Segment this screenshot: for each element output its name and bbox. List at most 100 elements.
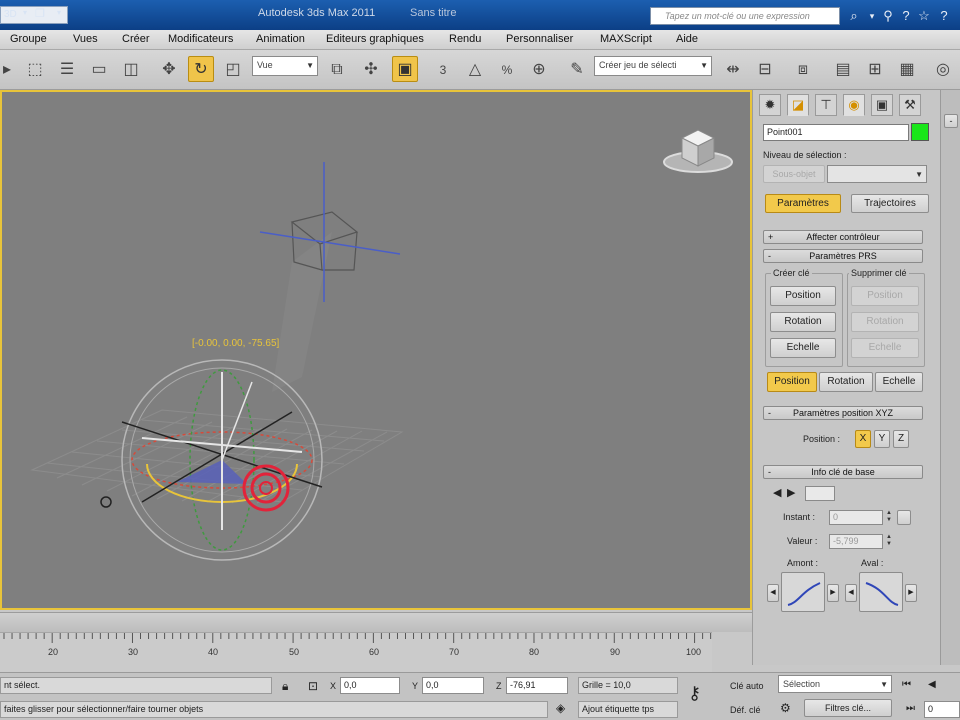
move-icon[interactable]: ✥ xyxy=(156,56,182,82)
out-tangent-curve-button[interactable] xyxy=(859,572,903,612)
create-scale-key-button[interactable]: Echelle xyxy=(770,338,836,358)
mode-position-button[interactable]: Position xyxy=(767,372,817,392)
axis-z-button[interactable]: Z xyxy=(893,430,909,448)
axis-x-button[interactable]: X xyxy=(855,430,871,448)
instant-spinner[interactable]: ▲ ▼ xyxy=(884,510,894,525)
value-spinner[interactable]: ▲ ▼ xyxy=(884,534,894,549)
delete-rotation-key-button[interactable]: Rotation xyxy=(851,312,919,332)
menu-maxscript[interactable]: MAXScript xyxy=(600,33,652,45)
window-crossing-icon[interactable]: ◫ xyxy=(118,56,144,82)
previous-frame-icon[interactable]: ◀ xyxy=(928,679,936,690)
pivot-center-icon[interactable]: ⧉ xyxy=(324,56,350,82)
menu-modificateurs[interactable]: Modificateurs xyxy=(168,33,233,45)
binoculars-icon[interactable]: ⌕ xyxy=(846,8,862,24)
delete-scale-key-button[interactable]: Echelle xyxy=(851,338,919,358)
schematic-view-icon[interactable]: ▦ xyxy=(894,56,920,82)
key-mode-dropdown[interactable]: Sélection ▼ xyxy=(778,675,892,693)
help-icon[interactable]: ? xyxy=(898,8,914,24)
go-to-start-icon[interactable]: ⏮ xyxy=(902,679,911,690)
help-menu-icon[interactable]: ? xyxy=(936,8,952,24)
quick-access-dropdown[interactable]: 3D ▾ ❐ ▾ xyxy=(0,6,68,24)
menu-animation[interactable]: Animation xyxy=(256,33,305,45)
y-coordinate-field[interactable]: 0,0 xyxy=(422,677,484,694)
x-coordinate-field[interactable]: 0,0 xyxy=(340,677,400,694)
menu-editeurs-graphiques[interactable]: Editeurs graphiques xyxy=(326,33,424,45)
key-mode-toggle-icon[interactable]: ⏭ xyxy=(906,703,915,714)
select-object-icon[interactable]: ⬚ xyxy=(22,56,48,82)
object-color-swatch[interactable] xyxy=(911,123,929,141)
axis-y-button[interactable]: Y xyxy=(874,430,890,448)
keyboard-shortcut-override-icon[interactable]: ▣ xyxy=(392,56,418,82)
star-icon[interactable]: ☆ xyxy=(916,8,932,24)
lock-selection-icon[interactable]: 🔒︎ xyxy=(282,679,288,694)
key-icon[interactable]: ⚲ xyxy=(880,8,896,24)
collapse-panel-button[interactable]: - xyxy=(944,114,958,128)
create-position-key-button[interactable]: Position xyxy=(770,286,836,306)
display-tab-icon[interactable]: ▣ xyxy=(871,94,893,116)
modify-tab-icon[interactable]: ◪ xyxy=(787,94,809,116)
hierarchy-tab-icon[interactable]: ⊤ xyxy=(815,94,837,116)
angle-snap-icon[interactable]: △ xyxy=(462,56,488,82)
layer-manager-icon[interactable]: ⧈ xyxy=(790,56,816,82)
select-filter-icon[interactable]: ▸ xyxy=(0,56,20,82)
utilities-tab-icon[interactable]: ⚒ xyxy=(899,94,921,116)
z-coordinate-field[interactable]: -76,91 xyxy=(506,677,568,694)
set-key-icon[interactable]: ⚷ xyxy=(688,683,701,704)
absolute-mode-icon[interactable]: ⊡ xyxy=(308,679,318,693)
rollout-position-xyz[interactable]: - Paramètres position XYZ xyxy=(763,406,923,420)
rectangular-selection-icon[interactable]: ▭ xyxy=(86,56,112,82)
add-time-tag-button[interactable]: Ajout étiquette tps xyxy=(578,701,678,718)
next-key-icon[interactable]: ▶ xyxy=(787,486,795,499)
align-icon[interactable]: ⊟ xyxy=(752,56,778,82)
tab-parameters[interactable]: Paramètres xyxy=(765,194,841,213)
auto-key-label[interactable]: Clé auto xyxy=(730,681,764,691)
previous-key-icon[interactable]: ◀ xyxy=(773,486,781,499)
rollout-assign-controller[interactable]: + Affecter contrôleur xyxy=(763,230,923,244)
set-key-label[interactable]: Déf. clé xyxy=(730,705,761,715)
instant-lock-button[interactable] xyxy=(897,510,911,525)
in-tangent-curve-button[interactable] xyxy=(781,572,825,612)
percent-snap-icon[interactable]: % xyxy=(494,56,520,82)
mode-rotation-button[interactable]: Rotation xyxy=(819,372,873,392)
create-tab-icon[interactable]: ✹ xyxy=(759,94,781,116)
menu-rendu[interactable]: Rendu xyxy=(449,33,481,45)
menu-personnaliser[interactable]: Personnaliser xyxy=(506,33,573,45)
instant-field[interactable]: 0 xyxy=(829,510,883,525)
create-rotation-key-button[interactable]: Rotation xyxy=(770,312,836,332)
time-slider[interactable] xyxy=(0,612,752,632)
in-tangent-next-button[interactable]: ▶ xyxy=(827,584,839,602)
select-and-manipulate-icon[interactable]: ✣ xyxy=(358,56,384,82)
motion-tab-icon[interactable]: ◉ xyxy=(843,94,865,116)
rollout-prs-parameters[interactable]: - Paramètres PRS xyxy=(763,249,923,263)
menu-aide[interactable]: Aide xyxy=(676,33,698,45)
menu-vues[interactable]: Vues xyxy=(73,33,98,45)
object-name-field[interactable]: Point001 xyxy=(763,124,909,141)
spinner-snap-icon[interactable]: ⊕ xyxy=(526,56,552,82)
mirror-icon[interactable]: ⇹ xyxy=(720,56,746,82)
value-field[interactable]: -5,799 xyxy=(829,534,883,549)
menu-groupe[interactable]: Groupe xyxy=(10,33,47,45)
delete-position-key-button[interactable]: Position xyxy=(851,286,919,306)
key-filters-button[interactable]: Filtres clé... xyxy=(804,699,892,717)
mode-scale-button[interactable]: Echelle xyxy=(875,372,923,392)
rollout-key-info[interactable]: - Info clé de base xyxy=(763,465,923,479)
named-selection-set-dropdown[interactable]: Créer jeu de sélecti ▼ xyxy=(594,56,712,76)
key-filter-icon[interactable]: ⚙ xyxy=(780,701,791,715)
scale-icon[interactable]: ◰ xyxy=(220,56,246,82)
time-tag-icon[interactable]: ◈ xyxy=(556,701,565,715)
rotate-icon[interactable]: ↻ xyxy=(188,56,214,82)
chevron-down-icon[interactable]: ▾ xyxy=(864,8,880,24)
tab-trajectories[interactable]: Trajectoires xyxy=(851,194,929,213)
sub-object-dropdown[interactable]: ▼ xyxy=(827,165,927,183)
snap-toggle-icon[interactable]: 3 xyxy=(430,56,456,82)
sub-object-button[interactable]: Sous-objet xyxy=(763,165,825,183)
out-tangent-prev-button[interactable]: ◀ xyxy=(845,584,857,602)
perspective-viewport[interactable]: [-0.00, 0.00, -75.65] xyxy=(0,90,752,610)
material-editor-icon[interactable]: ◎ xyxy=(930,56,956,82)
track-bar[interactable]: 20 30 40 50 60 70 80 90 100 xyxy=(0,632,712,672)
curve-editor-icon[interactable]: ⊞ xyxy=(862,56,888,82)
in-tangent-prev-button[interactable]: ◀ xyxy=(767,584,779,602)
edit-named-selection-icon[interactable]: ✎ xyxy=(564,56,590,82)
reference-coordinate-dropdown[interactable]: Vue ▼ xyxy=(252,56,318,76)
select-by-name-icon[interactable]: ☰ xyxy=(54,56,80,82)
